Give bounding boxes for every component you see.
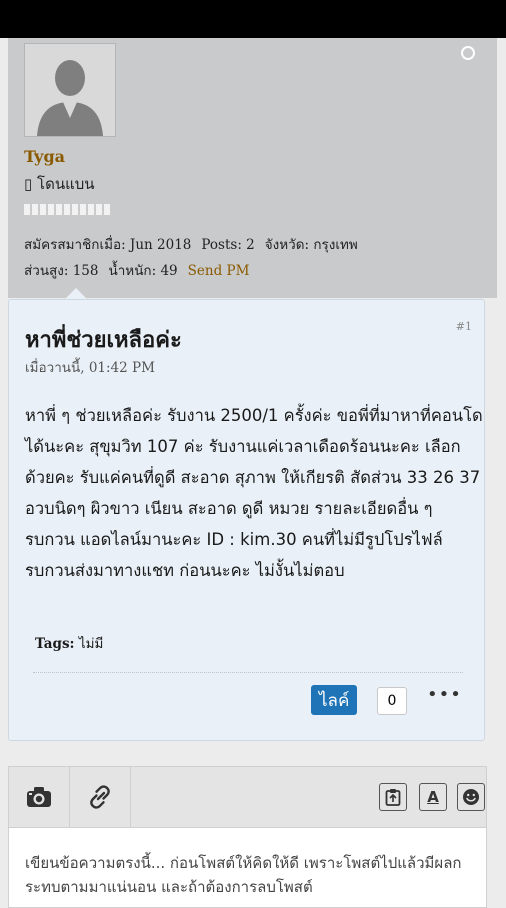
user-meta: สมัครสมาชิกเมื่อ: Jun 2018 Posts: 2 จังหวั… <box>24 232 484 284</box>
default-avatar-icon <box>25 44 115 136</box>
camera-button[interactable] <box>9 767 70 827</box>
like-button[interactable]: ไลค์ <box>311 685 358 715</box>
more-options-button[interactable]: ••• <box>427 684 462 705</box>
post-body: หาพี่ ๆ ช่วยเหลือค่ะ รับงาน 2500/1 ครั้ง… <box>25 406 483 580</box>
font-icon: A <box>427 788 439 806</box>
top-bar <box>0 0 506 38</box>
reply-editor: A เขียนข้อความตรงนี้... ก่อนโพสต์ให้คิดใ… <box>8 766 487 908</box>
emoji-button[interactable] <box>457 783 485 811</box>
smiley-icon <box>463 789 479 805</box>
username-link[interactable]: Tyga <box>24 147 65 166</box>
user-info-block: Tyga ▯ โดนแบน สมัครสมาชิกเมื่อ: Jun 2018… <box>8 38 497 298</box>
user-title: ▯ โดนแบน <box>24 175 95 193</box>
post-tags: Tags: ไม่มี <box>35 632 103 654</box>
link-button[interactable] <box>70 767 131 827</box>
tags-value: ไม่มี <box>78 636 104 652</box>
avatar[interactable] <box>24 43 116 137</box>
post-number[interactable]: #1 <box>456 320 472 333</box>
height: ส่วนสูง: 158 <box>24 263 99 279</box>
join-date: สมัครสมาชิกเมื่อ: Jun 2018 <box>24 237 192 253</box>
link-icon <box>90 785 110 809</box>
post-count: Posts: 2 <box>201 237 255 253</box>
font-button[interactable]: A <box>419 783 447 811</box>
tags-label: Tags: <box>35 636 75 652</box>
paste-button[interactable] <box>379 783 407 811</box>
province: จังหวัด: กรุงเทพ <box>264 237 358 253</box>
post-title: หาพี่ช่วยเหลือค่ะ <box>25 328 182 353</box>
send-pm-link[interactable]: Send PM <box>188 263 250 279</box>
post-card: #1 หาพี่ช่วยเหลือค่ะ เมื่อวานนี้, 01:42 … <box>8 299 485 741</box>
divider <box>33 672 463 673</box>
clipboard-icon <box>385 789 401 806</box>
message-input[interactable]: เขียนข้อความตรงนี้... ก่อนโพสต์ให้คิดให้… <box>25 851 475 899</box>
online-status-icon <box>461 46 475 60</box>
editor-toolbar: A <box>9 767 486 828</box>
camera-icon <box>27 787 51 807</box>
weight: น้ำหนัก: 49 <box>108 263 178 279</box>
post-date: เมื่อวานนี้, 01:42 PM <box>25 360 155 376</box>
reputation-bar <box>24 204 110 215</box>
like-count: 0 <box>377 687 407 715</box>
